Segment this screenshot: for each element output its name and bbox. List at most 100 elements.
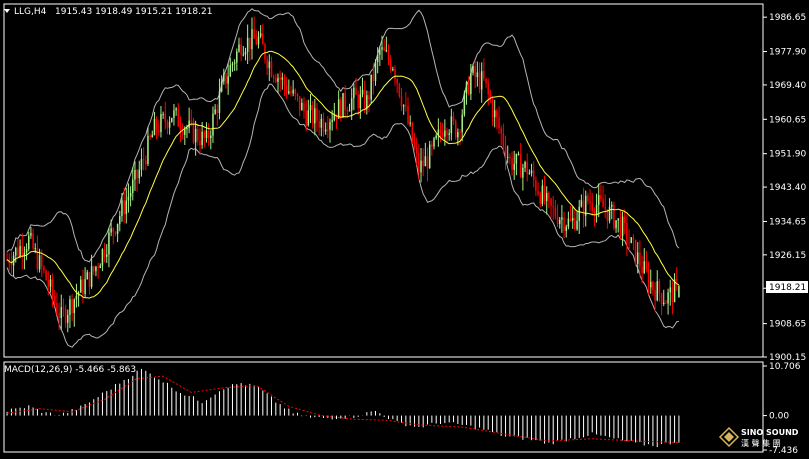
logo-name: SINO SOUND — [741, 428, 799, 437]
price-tick-label: 1986.65 — [769, 13, 806, 23]
candle-body — [563, 217, 565, 231]
candle-body — [246, 37, 249, 53]
candle-body — [519, 153, 522, 178]
candle-body — [249, 37, 251, 50]
candle-body — [478, 72, 481, 90]
candle-body — [95, 266, 97, 272]
candle-body — [21, 246, 24, 257]
candle-body — [285, 85, 288, 94]
candle-body — [485, 78, 487, 84]
candle-body — [158, 130, 160, 133]
candle-body — [327, 129, 329, 131]
candle-body — [461, 114, 463, 133]
candle-body — [543, 185, 546, 202]
candle-body — [578, 206, 580, 221]
candle-body — [626, 222, 628, 243]
candle-body — [400, 96, 403, 107]
candle-body — [340, 99, 342, 118]
ohlc-label: 1915.43 1918.49 1915.21 1918.21 — [55, 7, 212, 17]
candle-body — [162, 114, 164, 116]
candle-body — [201, 131, 203, 146]
candle-body — [309, 104, 312, 111]
candle-body — [385, 50, 388, 52]
candle-body — [565, 226, 567, 231]
candle-body — [415, 147, 418, 154]
candle-body — [426, 156, 429, 169]
candle-body — [45, 270, 47, 281]
candle-body — [576, 220, 578, 230]
candle-body — [268, 61, 271, 69]
candle-body — [433, 138, 435, 147]
candle-body — [617, 218, 619, 221]
candle-body — [394, 69, 396, 80]
candle-body — [298, 96, 301, 111]
candle-body — [60, 307, 63, 319]
candle-body — [398, 83, 401, 97]
candle-body — [311, 104, 314, 124]
candle-body — [645, 261, 648, 270]
candle-body — [632, 237, 635, 240]
candle-body — [552, 205, 554, 208]
chart-header[interactable]: LLG,H4 1915.43 1918.49 1915.21 1918.21 — [4, 7, 212, 17]
candle-body — [561, 217, 563, 220]
trading-chart[interactable]: LLG,H4 1915.43 1918.49 1915.21 1918.21 M… — [0, 0, 809, 459]
candle-body — [587, 195, 589, 202]
candle-body — [38, 255, 41, 270]
candle-body — [439, 129, 442, 134]
candle-body — [69, 299, 71, 315]
candle-body — [106, 254, 108, 257]
candle-body — [628, 242, 630, 244]
candle-body — [108, 232, 110, 255]
candle-body — [207, 130, 210, 139]
candle-body — [580, 200, 583, 207]
candle-body — [177, 108, 180, 127]
candle-body — [210, 135, 212, 139]
candle-body — [491, 100, 494, 118]
candle-body — [294, 89, 297, 94]
candle-body — [435, 135, 437, 139]
candle-body — [314, 108, 316, 124]
candle-body — [502, 133, 505, 147]
candle-body — [379, 49, 381, 55]
macd-tick-label: 0.00 — [769, 412, 789, 422]
candle-body — [541, 185, 544, 204]
candle-body — [110, 228, 112, 233]
candle-body — [290, 91, 292, 94]
symbol-label: LLG,H4 — [14, 7, 47, 17]
candle-body — [623, 216, 626, 223]
candle-body — [558, 219, 561, 224]
candle-body — [428, 144, 431, 169]
candle-body — [608, 206, 611, 221]
candle-body — [489, 93, 492, 101]
candle-body — [530, 170, 533, 174]
candle-body — [554, 207, 557, 217]
candle-body — [238, 44, 240, 52]
candle-body — [71, 299, 73, 314]
candle-body — [597, 195, 600, 205]
candle-body — [27, 235, 30, 250]
candle-body — [73, 299, 76, 314]
candle-body — [142, 159, 145, 161]
candle-body — [171, 117, 173, 122]
candle-body — [51, 279, 54, 296]
candle-body — [214, 109, 216, 114]
candle-body — [422, 160, 424, 167]
candle-body — [316, 108, 318, 121]
candle-body — [84, 279, 86, 295]
candle-body — [25, 249, 28, 253]
candle-body — [292, 89, 294, 94]
candle-body — [168, 121, 171, 128]
candle-body — [216, 109, 219, 114]
candle-body — [504, 146, 507, 158]
candle-body — [355, 87, 357, 96]
candle-body — [251, 29, 253, 50]
candle-body — [357, 95, 359, 109]
candle-body — [643, 261, 645, 273]
candle-body — [496, 110, 498, 118]
candle-body — [138, 169, 141, 179]
candle-body — [571, 218, 574, 221]
candle-body — [125, 200, 128, 215]
current-price-value: 1918.21 — [769, 283, 806, 293]
candle-body — [288, 91, 290, 94]
candle-body — [368, 95, 370, 100]
